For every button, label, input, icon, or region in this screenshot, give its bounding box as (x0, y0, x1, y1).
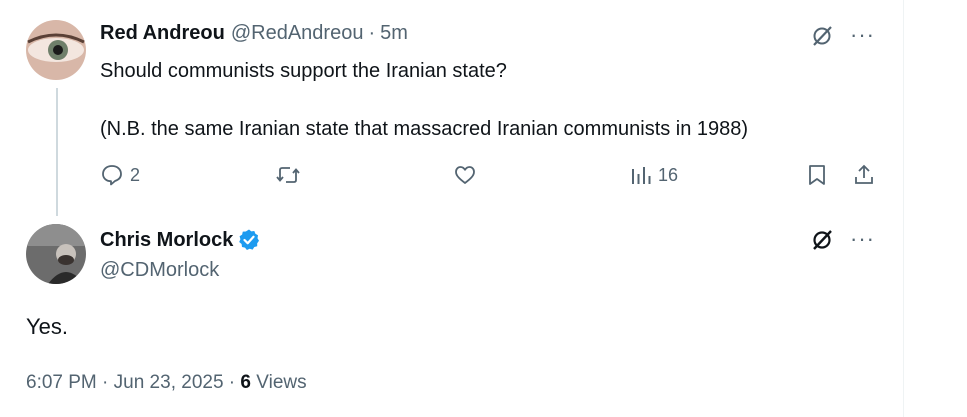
tweet2-text: Yes. (26, 314, 69, 339)
tweet2-header: Chris Morlock (100, 228, 261, 252)
display-name[interactable]: Chris Morlock (100, 229, 233, 252)
share-icon (855, 164, 873, 184)
reply-count: 2 (130, 164, 141, 185)
grok-icon (813, 230, 832, 250)
like-button[interactable] (453, 163, 477, 187)
tweet1-header: Red Andreou @RedAndreou · 5m (100, 22, 408, 45)
views-count: 6 (240, 372, 251, 393)
separator: · (368, 22, 376, 44)
verified-badge-icon (239, 229, 260, 250)
reply-button[interactable]: 2 (100, 163, 140, 187)
avatar[interactable] (26, 224, 86, 284)
thread-connector (56, 88, 58, 216)
bookmark-button[interactable] (806, 163, 828, 187)
grok-button[interactable] (810, 24, 834, 48)
more-options-button[interactable]: ··· (850, 24, 875, 46)
bookmark-icon (809, 165, 825, 185)
tweet-meta: 6:07 PM · Jun 23, 2025 · 6 Views (26, 372, 307, 394)
heart-icon (455, 166, 475, 184)
tweet1-text-line1: Should communists support the Iranian st… (100, 60, 507, 82)
repost-icon (276, 167, 300, 183)
analytics-icon (632, 167, 651, 184)
tweet-timestamp[interactable]: 6:07 PM · Jun 23, 2025 · (26, 372, 240, 393)
reply-icon (102, 165, 122, 186)
display-name[interactable]: Red Andreou (100, 22, 225, 45)
more-options-button[interactable]: ··· (850, 228, 875, 250)
avatar[interactable] (26, 20, 86, 80)
view-count: 16 (658, 164, 679, 185)
timestamp[interactable]: 5m (380, 22, 408, 45)
user-handle[interactable]: @CDMorlock (100, 259, 219, 282)
grok-button[interactable] (810, 228, 834, 252)
views-label: Views (250, 372, 307, 393)
user-handle[interactable]: @RedAndreou (231, 22, 364, 45)
timeline: Red Andreou @RedAndreou · 5m Should comm… (0, 0, 904, 417)
views-button[interactable]: 16 (630, 163, 678, 187)
tweet2-handle-row: @CDMorlock (100, 259, 219, 282)
grok-icon (813, 26, 832, 46)
share-button[interactable] (852, 163, 876, 187)
repost-button[interactable] (275, 163, 301, 187)
tweet1-text-line2: (N.B. the same Iranian state that massac… (100, 118, 749, 140)
